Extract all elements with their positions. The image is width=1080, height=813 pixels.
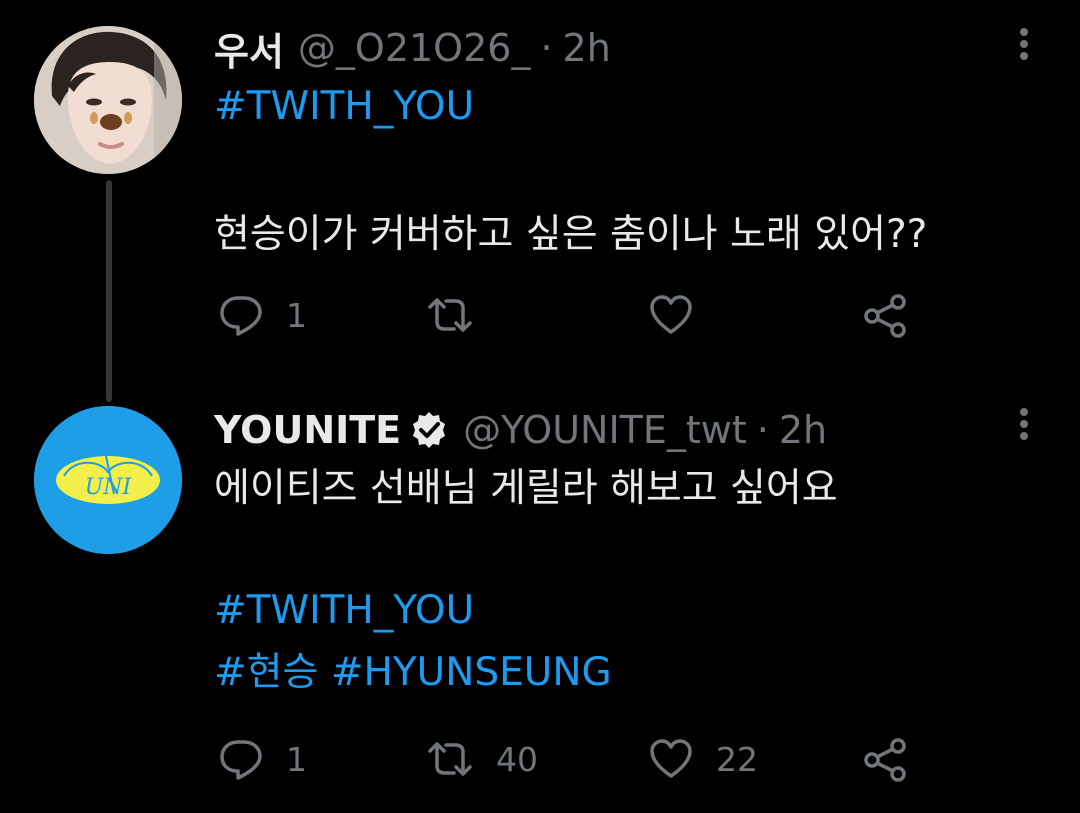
reply-icon <box>220 296 262 336</box>
younite-logo: UNI <box>34 406 182 554</box>
timestamp[interactable]: 2h <box>779 408 827 452</box>
reply-button[interactable]: 1 <box>218 736 307 782</box>
user-handle[interactable]: @_O21O26_ <box>298 26 531 70</box>
reply-button[interactable]: 1 <box>218 292 307 338</box>
timestamp[interactable]: 2h <box>563 26 611 70</box>
share-icon <box>864 294 906 338</box>
reply-count: 1 <box>286 295 307 335</box>
retweet-button[interactable] <box>426 292 496 338</box>
heart-icon <box>650 739 692 778</box>
reply-icon <box>220 740 262 780</box>
separator-dot: · <box>540 26 553 70</box>
display-name[interactable]: YOUNITE <box>214 408 401 452</box>
hashtag-link-korean[interactable]: #현승 <box>214 650 318 695</box>
avatar-photo <box>34 26 182 174</box>
retweet-button[interactable]: 40 <box>426 736 538 782</box>
user-handle[interactable]: @YOUNITE_twt <box>463 408 747 452</box>
tweet-header: YOUNITE @YOUNITE_twt · 2h <box>214 405 827 455</box>
thread-connector-line <box>106 180 112 402</box>
action-bar: 1 <box>214 292 934 338</box>
user-photo-avatar[interactable] <box>34 26 182 174</box>
display-name[interactable]: 우서 <box>214 21 284 76</box>
retweet-icon <box>428 742 472 776</box>
share-button[interactable] <box>862 292 908 338</box>
retweet-count: 40 <box>496 739 538 779</box>
retweet-icon <box>428 298 472 332</box>
share-icon <box>864 738 906 782</box>
hashtag-link[interactable]: #TWITH_YOU <box>214 586 474 636</box>
separator-dot: · <box>756 408 769 452</box>
like-button[interactable]: 22 <box>648 736 758 782</box>
younite-logo-avatar[interactable]: UNI <box>34 406 182 554</box>
like-count: 22 <box>716 739 758 779</box>
tweet-1[interactable]: 우서 @_O21O26_ · 2h #TWITH_YOU 현승이가 커버하고 싶… <box>0 0 1080 402</box>
heart-icon <box>650 295 692 334</box>
tweet-text: 에이티즈 선배님 게릴라 해보고 싶어요 <box>214 466 838 511</box>
tweet-2[interactable]: UNI YOUNITE @YOUNITE_twt · 2h 에이티즈 선배님 게… <box>0 380 1080 813</box>
reply-count: 1 <box>286 739 307 779</box>
verified-badge-icon <box>409 410 449 450</box>
logo-text: UNI <box>85 475 133 500</box>
tweet-header: 우서 @_O21O26_ · 2h <box>214 21 611 76</box>
hashtag-link[interactable]: #TWITH_YOU <box>214 82 474 132</box>
more-options-icon[interactable] <box>1014 26 1034 66</box>
share-button[interactable] <box>862 736 908 782</box>
tweet-text: 현승이가 커버하고 싶은 춤이나 노래 있어?? <box>214 212 928 257</box>
like-button[interactable] <box>648 292 716 338</box>
hashtag-line: #현승 #HYUNSEUNG <box>214 648 612 698</box>
more-options-icon[interactable] <box>1014 406 1034 446</box>
action-bar: 1 40 22 <box>214 736 934 782</box>
hashtag-link-english[interactable]: #HYUNSEUNG <box>331 650 612 695</box>
